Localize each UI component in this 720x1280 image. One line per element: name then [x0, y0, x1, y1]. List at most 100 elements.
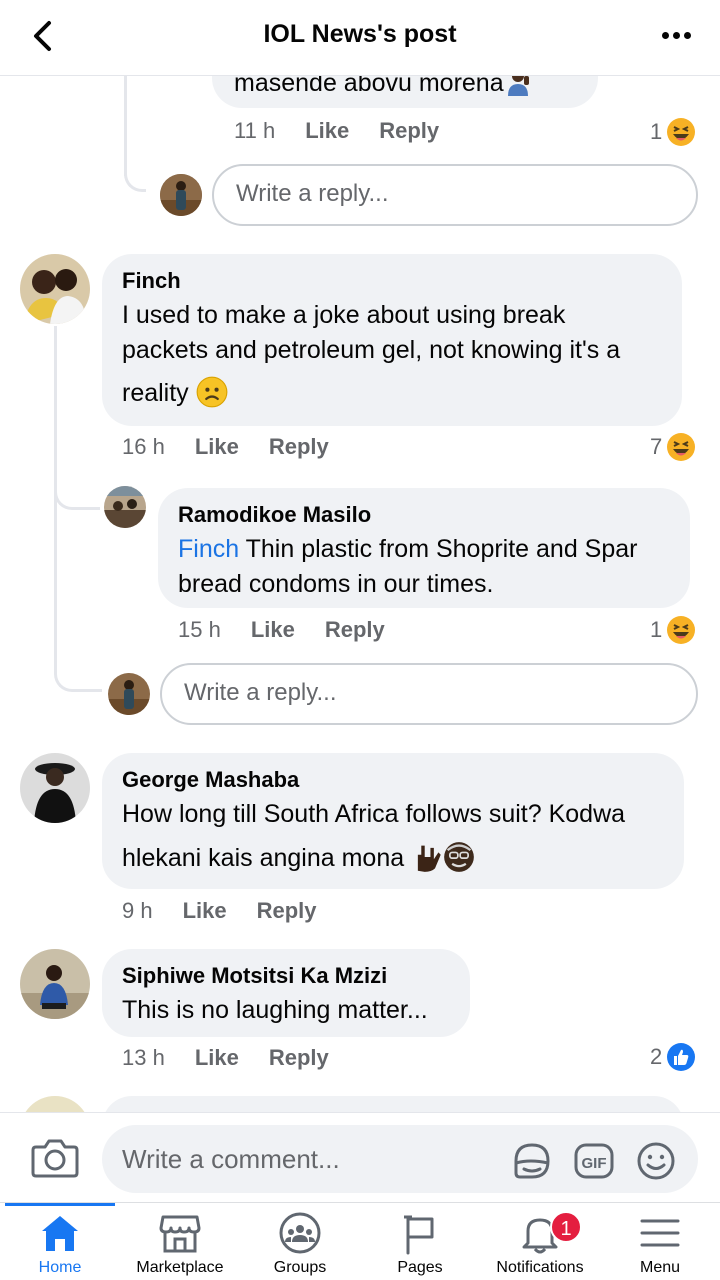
user-photo-icon — [20, 753, 90, 823]
reaction-summary[interactable]: 7 — [650, 432, 696, 462]
reaction-count: 2 — [650, 1044, 663, 1069]
camera-button[interactable] — [30, 1135, 80, 1181]
comment-meta: 9 h Like Reply — [122, 898, 347, 924]
avatar[interactable] — [20, 254, 90, 324]
avatar[interactable] — [104, 486, 146, 528]
user-photo-icon — [108, 673, 150, 715]
comment-meta: 13 h Like Reply — [122, 1045, 359, 1071]
like-button[interactable]: Like — [183, 898, 227, 924]
tab-home[interactable]: Home — [0, 1203, 120, 1280]
thread-line-curve — [54, 656, 102, 692]
more-options-button[interactable] — [654, 20, 698, 50]
comment-author[interactable]: Siphiwe Motsitsi Ka Mzizi — [122, 963, 387, 989]
gif-icon[interactable]: GIF — [572, 1139, 616, 1183]
comment-meta: 16 h Like Reply — [122, 434, 359, 460]
haha-icon — [667, 118, 696, 146]
svg-text:GIF: GIF — [582, 1155, 607, 1172]
like-button[interactable]: Like — [195, 1045, 239, 1071]
like-icon — [667, 1043, 696, 1071]
tab-label: Groups — [273, 1259, 327, 1276]
comment-bubble[interactable] — [102, 1096, 684, 1112]
tab-groups[interactable]: Groups — [240, 1203, 360, 1280]
reaction-count: 1 — [650, 617, 663, 642]
comment-bubble[interactable]: masende abovu morena — [212, 76, 598, 108]
comment-input-placeholder: Write a comment... — [122, 1144, 340, 1174]
reply-button[interactable]: Reply — [257, 898, 317, 924]
thread-line-curve — [124, 146, 146, 192]
pages-icon — [404, 1215, 434, 1255]
reply-button[interactable]: Reply — [379, 118, 439, 144]
tab-menu[interactable]: Menu — [600, 1203, 720, 1280]
tab-marketplace[interactable]: Marketplace — [120, 1203, 240, 1280]
reply-input[interactable]: Write a reply... — [212, 164, 698, 226]
comment-author[interactable]: Finch — [122, 268, 181, 294]
reaction-count: 1 — [650, 119, 663, 144]
reaction-summary[interactable]: 1 — [650, 615, 696, 645]
comment-text-line: Finch Thin plastic from Shoprite and Spa… — [178, 535, 638, 563]
comment-bubble[interactable]: Siphiwe Motsitsi Ka Mzizi This is no lau… — [102, 949, 470, 1037]
reaction-summary[interactable]: 2 — [650, 1042, 696, 1072]
like-button[interactable]: Like — [195, 434, 239, 460]
comment-time: 9 h — [122, 898, 153, 923]
avatar[interactable] — [20, 1096, 90, 1112]
active-tab-indicator — [5, 1203, 115, 1206]
comment-composer: Write a comment... GIF — [0, 1112, 720, 1202]
haha-icon — [667, 616, 696, 644]
marketplace-icon — [159, 1215, 201, 1253]
avatar[interactable] — [160, 174, 202, 216]
comment-time: 11 h — [234, 118, 276, 143]
comment-meta: 15 h Like Reply — [178, 617, 415, 643]
reply-input[interactable]: Write a reply... — [160, 663, 698, 725]
menu-icon — [640, 1219, 680, 1247]
comment-text-line: This is no laughing matter... — [122, 996, 428, 1024]
dot-icon — [683, 31, 691, 39]
sticker-icon[interactable] — [510, 1139, 554, 1183]
reply-button[interactable]: Reply — [269, 434, 329, 460]
comment-text-line: hlekani kais angina mona — [122, 841, 475, 876]
tab-label: Marketplace — [136, 1259, 224, 1276]
thread-line-curve — [54, 476, 100, 510]
header: IOL News's post — [0, 0, 720, 76]
page-title: IOL News's post — [263, 20, 457, 48]
avatar[interactable] — [108, 673, 150, 715]
emoji-icon[interactable] — [634, 1139, 678, 1183]
comment-text-line: I used to make a joke about using break — [122, 301, 566, 329]
comments-feed[interactable]: masende abovu morena 11 h Like Reply 1 W… — [0, 76, 720, 1112]
tab-pages[interactable]: Pages — [360, 1203, 480, 1280]
reply-bubble[interactable]: Ramodikoe Masilo Finch Thin plastic from… — [158, 488, 690, 608]
user-photo-icon — [20, 1096, 90, 1112]
user-photo-icon — [104, 486, 146, 528]
tab-notifications[interactable]: 1 Notifications — [480, 1203, 600, 1280]
reply-input-placeholder: Write a reply... — [236, 180, 389, 207]
like-button[interactable]: Like — [251, 617, 295, 643]
tab-label: Notifications — [496, 1259, 584, 1276]
thread-line — [54, 506, 57, 656]
comment-bubble[interactable]: Finch I used to make a joke about using … — [102, 254, 682, 426]
reaction-summary[interactable]: 1 — [650, 117, 696, 147]
old-man-emoji-icon — [444, 842, 474, 872]
comment-time: 15 h — [178, 617, 221, 642]
comment-bubble[interactable]: George Mashaba How long till South Afric… — [102, 753, 684, 889]
comment-author[interactable]: George Mashaba — [122, 767, 299, 793]
reply-input-placeholder: Write a reply... — [184, 679, 337, 706]
tab-label: Home — [38, 1259, 82, 1276]
comment-author[interactable]: Ramodikoe Masilo — [178, 502, 371, 528]
avatar[interactable] — [20, 949, 90, 1019]
dot-icon — [661, 31, 669, 39]
reply-button[interactable]: Reply — [269, 1045, 329, 1071]
avatar[interactable] — [20, 753, 90, 823]
like-button[interactable]: Like — [305, 118, 349, 144]
haha-icon — [667, 433, 696, 461]
comment-input[interactable]: Write a comment... GIF — [102, 1125, 698, 1193]
bottom-tab-bar: Home Marketplace Groups Pages 1 Notifica… — [0, 1202, 720, 1280]
comment-text: masende abovu morena — [234, 76, 532, 101]
mention-link[interactable]: Finch — [178, 535, 239, 563]
comment-meta: 11 h Like Reply — [234, 118, 469, 144]
love-you-gesture-emoji-icon — [417, 845, 441, 872]
comment-text-line: bread condoms in our times. — [178, 570, 494, 598]
comment-time: 16 h — [122, 434, 165, 459]
comment-time: 13 h — [122, 1045, 165, 1070]
comment-text-line: How long till South Africa follows suit?… — [122, 800, 626, 828]
reply-button[interactable]: Reply — [325, 617, 385, 643]
frowning-face-emoji-icon — [196, 376, 228, 408]
